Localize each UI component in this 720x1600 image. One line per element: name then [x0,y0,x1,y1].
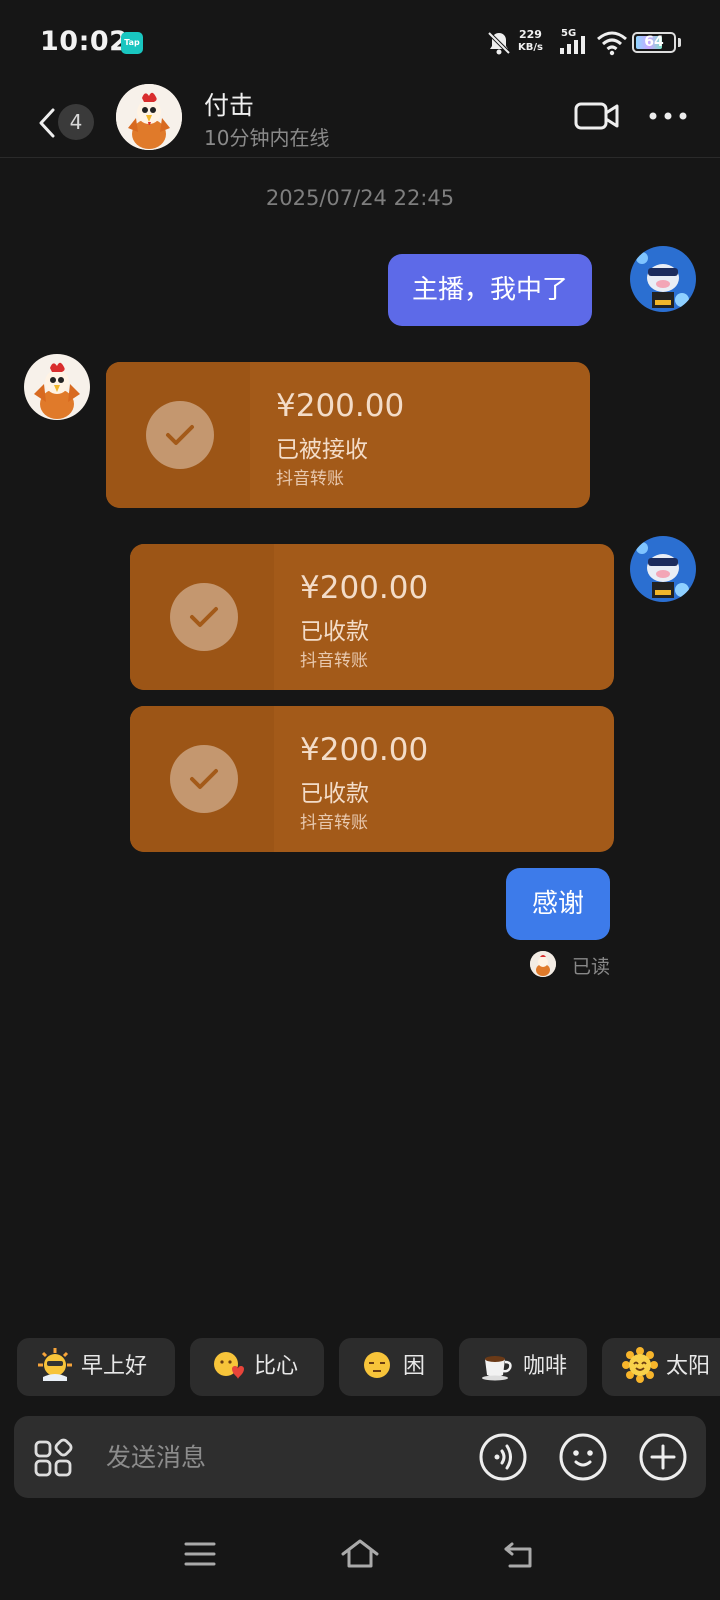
transfer-card-received[interactable]: ¥200.00 已被接收 抖音转账 [106,362,590,508]
transfer-status-panel [106,362,250,508]
quick-reply-chip[interactable]: 咖啡 [459,1338,587,1396]
unread-count-badge: 4 [58,104,94,140]
voice-input-button[interactable] [478,1432,528,1482]
read-status: 已读 [572,956,611,978]
sleepy-face-emoji-icon [364,1352,390,1378]
transfer-amount: ¥200.00 [300,732,429,768]
chat-header: 4 付击 10分钟内在线 [0,84,720,158]
transfer-status-panel [130,706,274,852]
cartoon-character-avatar-icon [630,246,696,312]
transfer-card-collected[interactable]: ¥200.00 已收款 抖音转账 [130,544,614,690]
quick-reply-label: 早上好 [81,1354,148,1379]
transfer-status-panel [130,544,274,690]
quick-reply-label: 太阳 [666,1354,711,1379]
transfer-source: 抖音转账 [276,469,344,489]
chevron-left-icon [39,108,55,138]
rooster-avatar-icon [530,951,556,977]
transfer-source: 抖音转账 [300,651,368,671]
home-icon[interactable] [340,1538,380,1570]
checkmark-icon [190,769,218,789]
more-options-button[interactable] [646,102,692,130]
transfer-state: 已收款 [300,781,369,807]
apps-grid-icon[interactable] [34,1438,74,1478]
contact-name: 付击 [204,91,255,120]
message-timestamp: 2025/07/24 22:45 [265,186,455,210]
outgoing-message-bubble[interactable]: 感谢 [506,868,611,940]
quick-reply-label: 咖啡 [523,1354,568,1379]
cartoon-character-avatar-icon [630,536,696,602]
menu-icon[interactable] [184,1540,216,1568]
quick-reply-chip[interactable]: 太阳 [602,1338,720,1396]
quick-reply-label: 比心 [254,1354,299,1379]
battery-tip [678,38,681,47]
cell-signal-icon [560,36,585,54]
wifi-icon [597,31,627,56]
checkmark-icon [190,607,218,627]
video-call-button[interactable] [574,98,620,134]
transfer-state: 已被接收 [276,437,368,463]
outgoing-message-bubble[interactable]: 主播，我中了 [388,254,593,326]
video-camera-icon [574,102,619,130]
check-circle [146,401,214,469]
clock: 10:02 [40,26,129,57]
quick-reply-bar: 早上好 比心 困 咖啡 太阳 [0,1338,720,1398]
more-dots-icon [649,112,687,120]
tap-app-icon: Tap [121,32,143,54]
transfer-source: 抖音转账 [300,813,368,833]
rooster-avatar-icon [116,84,182,150]
transfer-state: 已收款 [300,619,369,645]
transfer-amount: ¥200.00 [276,388,405,424]
emoji-button[interactable] [558,1432,608,1482]
back-button[interactable]: 4 [30,98,100,144]
system-navigation-bar [0,1538,720,1600]
rooster-avatar-icon [24,354,90,420]
bell-muted-icon [487,31,511,55]
plus-button[interactable] [638,1432,688,1482]
network-speed: 229 KB/s [518,28,543,54]
status-bar: 10:02 Tap 229 KB/s 5G 64 [0,0,720,84]
self-avatar[interactable] [630,536,696,602]
quick-reply-label: 困 [403,1354,426,1379]
self-avatar[interactable] [630,246,696,312]
coffee-cup-emoji-icon [482,1356,512,1381]
contact-message-avatar[interactable] [24,354,90,420]
quick-reply-chip[interactable]: 困 [339,1338,443,1396]
check-circle [170,583,238,651]
heart-hands-emoji-icon [214,1352,244,1379]
contact-avatar[interactable] [116,84,182,150]
battery-level: 64 [644,34,664,50]
checkmark-icon [166,425,194,445]
transfer-card-collected[interactable]: ¥200.00 已收款 抖音转账 [130,706,614,852]
quick-reply-chip[interactable]: 比心 [190,1338,324,1396]
transfer-amount: ¥200.00 [300,570,429,606]
message-composer [14,1416,706,1498]
contact-online-status: 10分钟内在线 [204,126,330,150]
reader-avatar [530,951,556,977]
message-input[interactable] [106,1434,446,1480]
network-speed-unit: KB/s [518,42,543,53]
back-arrow-icon[interactable] [502,1540,536,1570]
quick-reply-chip[interactable]: 早上好 [17,1338,175,1396]
smiling-sun-emoji-icon [622,1347,658,1383]
check-circle [170,745,238,813]
network-speed-value: 229 [519,28,542,41]
battery-indicator: 64 [632,32,676,53]
sun-with-sunglasses-emoji-icon [38,1348,72,1381]
